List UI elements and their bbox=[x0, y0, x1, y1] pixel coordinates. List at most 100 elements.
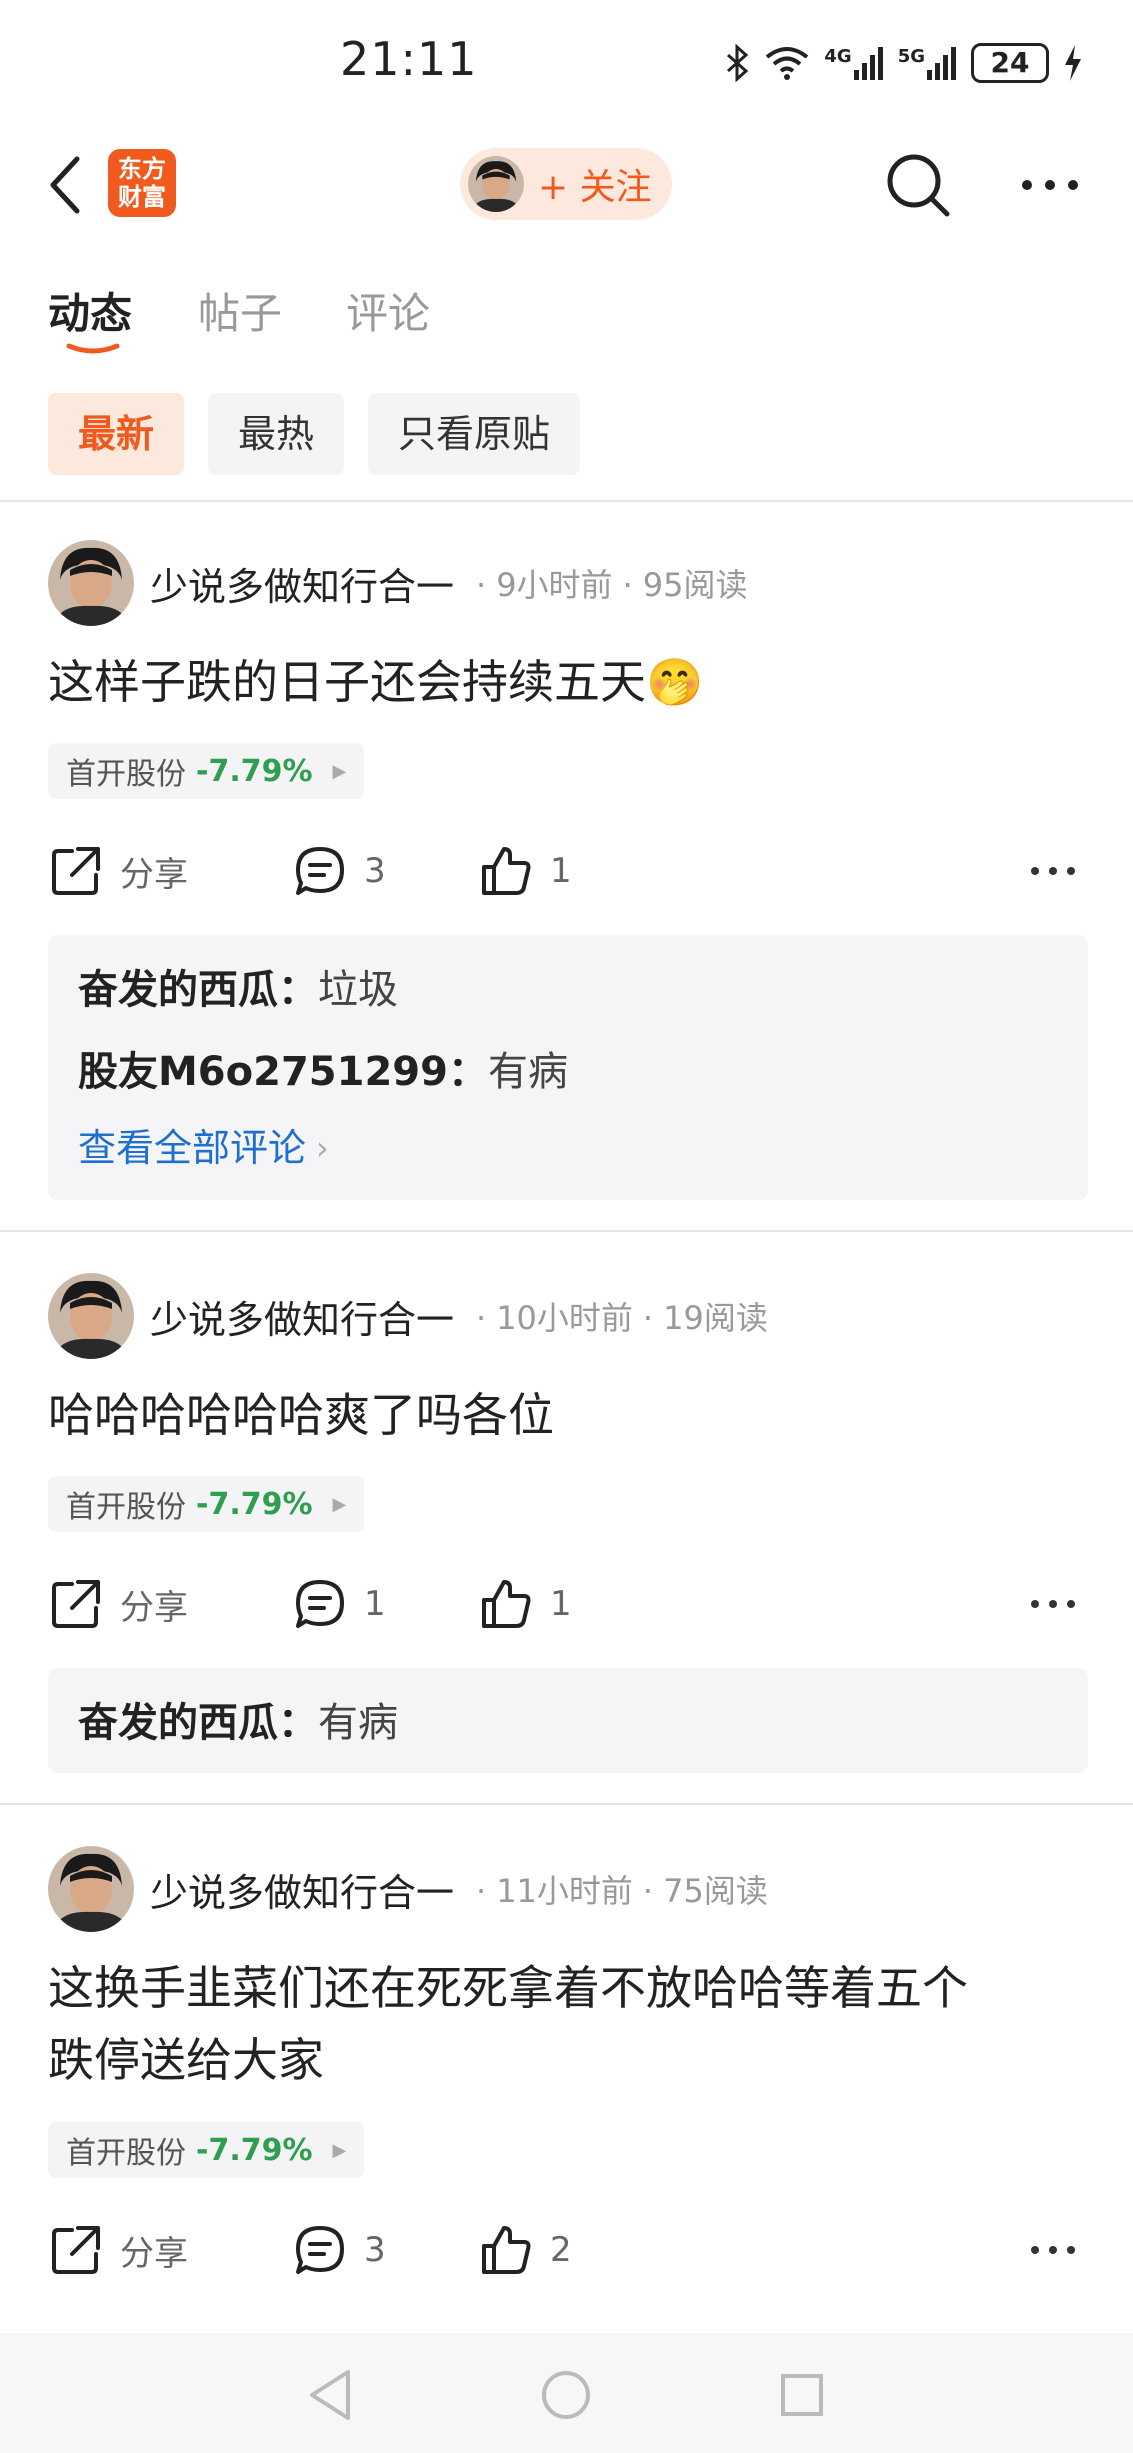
comment-button[interactable]: 3 bbox=[292, 2215, 386, 2285]
back-icon bbox=[50, 156, 80, 214]
more-options-button[interactable] bbox=[1010, 160, 1090, 210]
stock-tag[interactable]: 首开股份 -7.79% ▶ bbox=[48, 1476, 365, 1532]
stock-change: -7.79% bbox=[196, 2132, 313, 2168]
author-name[interactable]: 少说多做知行合一 bbox=[150, 556, 454, 611]
divider bbox=[0, 500, 1133, 502]
share-button[interactable]: 分享 bbox=[48, 836, 188, 906]
post-card: 少说多做知行合一 · 11小时前 · 75阅读 这换手韭菜们还在死死拿着不放哈哈等着五… bbox=[0, 1846, 1133, 2336]
top-nav: 东方 财富 + 关注 bbox=[0, 130, 1133, 240]
avatar[interactable] bbox=[48, 1273, 134, 1359]
post-body[interactable]: 这样子跌的日子还会持续五天🤭 bbox=[48, 646, 1088, 718]
comment-user[interactable]: 股友M6o2751299 bbox=[78, 1049, 448, 1095]
like-button[interactable]: 1 bbox=[478, 836, 572, 906]
filter-original-only[interactable]: 只看原贴 bbox=[368, 393, 581, 475]
post-meta: · 11小时前 · 75阅读 bbox=[476, 1872, 768, 1910]
profile-tabs: 动态 帖子 评论 bbox=[0, 270, 1133, 360]
post-body[interactable]: 哈哈哈哈哈哈爽了吗各位 bbox=[48, 1379, 1088, 1451]
post-header: 少说多做知行合一 · 9小时前 · 95阅读 bbox=[48, 540, 747, 626]
like-button[interactable]: 2 bbox=[478, 2215, 572, 2285]
divider bbox=[0, 1803, 1133, 1805]
stock-change: -7.79% bbox=[196, 753, 313, 789]
post-body[interactable]: 这换手韭菜们还在死死拿着不放哈哈等着五个 跌停送给大家 bbox=[48, 1952, 1088, 2096]
more-dots-icon bbox=[1031, 1600, 1075, 1608]
stock-tag[interactable]: 首开股份 -7.79% ▶ bbox=[48, 2122, 365, 2178]
author-name[interactable]: 少说多做知行合一 bbox=[150, 1289, 454, 1344]
comment-count: 1 bbox=[364, 1584, 386, 1624]
avatar[interactable] bbox=[48, 1846, 134, 1932]
signal-5g-icon: 5G bbox=[898, 46, 957, 80]
comment-text: 垃圾 bbox=[318, 967, 398, 1013]
comment-button[interactable]: 1 bbox=[292, 1569, 386, 1639]
filter-latest[interactable]: 最新 bbox=[48, 393, 185, 475]
caret-right-icon: ▶ bbox=[332, 2139, 347, 2161]
author-name[interactable]: 少说多做知行合一 bbox=[150, 1862, 454, 1917]
stock-name: 首开股份 bbox=[66, 1490, 186, 1525]
like-count: 1 bbox=[550, 1584, 572, 1624]
tab-comments[interactable]: 评论 bbox=[346, 280, 430, 341]
like-count: 1 bbox=[550, 851, 572, 891]
status-icons: 4G 5G 24 bbox=[724, 38, 1083, 88]
stock-name: 首开股份 bbox=[66, 2136, 186, 2171]
caret-right-icon: ▶ bbox=[332, 760, 347, 782]
like-button[interactable]: 1 bbox=[478, 1569, 572, 1639]
comment-user[interactable]: 奋发的西瓜 bbox=[78, 967, 278, 1013]
status-bar: 21:11 4G 5G 24 bbox=[0, 0, 1133, 130]
share-button[interactable]: 分享 bbox=[48, 2215, 188, 2285]
comment-item: 奋发的西瓜：垃圾 bbox=[78, 967, 398, 1013]
comment-button[interactable]: 3 bbox=[292, 836, 386, 906]
system-back-button[interactable] bbox=[298, 2363, 362, 2427]
avatar[interactable] bbox=[48, 540, 134, 626]
post-actions: 分享 1 1 bbox=[48, 1569, 1088, 1639]
more-dots-icon bbox=[1022, 180, 1078, 190]
caret-right-icon: ▶ bbox=[332, 1493, 347, 1515]
comment-user[interactable]: 奋发的西瓜 bbox=[78, 1700, 278, 1746]
filter-hot[interactable]: 最热 bbox=[208, 393, 345, 475]
post-more-button[interactable] bbox=[1018, 1569, 1088, 1639]
system-nav-bar bbox=[0, 2333, 1133, 2453]
more-dots-icon bbox=[1031, 2246, 1075, 2254]
stock-tag[interactable]: 首开股份 -7.79% ▶ bbox=[48, 743, 365, 799]
avatar bbox=[468, 156, 524, 212]
post-meta: · 9小时前 · 95阅读 bbox=[476, 566, 748, 604]
thumbs-up-icon bbox=[482, 2226, 531, 2274]
read-count: 75阅读 bbox=[663, 1872, 768, 1910]
read-count: 95阅读 bbox=[642, 566, 748, 604]
post-more-button[interactable] bbox=[1018, 2215, 1088, 2285]
read-count: 19阅读 bbox=[663, 1299, 768, 1337]
thumbs-up-icon bbox=[482, 847, 531, 895]
post-card: 少说多做知行合一 · 9小时前 · 95阅读 这样子跌的日子还会持续五天🤭 首开股份 … bbox=[0, 540, 1133, 1200]
comment-text: 有病 bbox=[487, 1049, 568, 1095]
comment-preview[interactable]: 奋发的西瓜：垃圾 股友M6o2751299：有病 查看全部评论 › bbox=[48, 935, 1088, 1200]
like-count: 2 bbox=[550, 2230, 572, 2270]
tab-posts[interactable]: 帖子 bbox=[198, 280, 282, 341]
share-icon bbox=[52, 2226, 100, 2274]
post-time: 11小时前 bbox=[496, 1872, 633, 1910]
post-more-button[interactable] bbox=[1018, 836, 1088, 906]
share-button[interactable]: 分享 bbox=[48, 1569, 188, 1639]
comment-icon bbox=[296, 847, 344, 895]
back-button[interactable] bbox=[40, 150, 90, 220]
post-time: 10小时前 bbox=[496, 1299, 633, 1337]
more-dots-icon bbox=[1031, 867, 1075, 875]
stock-name: 首开股份 bbox=[66, 757, 186, 792]
comment-preview[interactable]: 奋发的西瓜：有病 bbox=[48, 1668, 1088, 1773]
comment-icon bbox=[296, 1580, 344, 1628]
post-header: 少说多做知行合一 · 10小时前 · 19阅读 bbox=[48, 1273, 768, 1359]
charging-icon bbox=[1063, 43, 1083, 83]
follow-button[interactable]: + 关注 bbox=[460, 148, 672, 220]
system-home-button[interactable] bbox=[534, 2363, 598, 2427]
comment-item: 股友M6o2751299：有病 bbox=[78, 1049, 568, 1095]
tab-dynamics[interactable]: 动态 bbox=[48, 280, 132, 341]
thumbs-up-icon bbox=[482, 1580, 531, 1628]
square-recents-icon bbox=[781, 2374, 823, 2416]
comment-icon bbox=[296, 2226, 344, 2274]
post-meta: · 10小时前 · 19阅读 bbox=[476, 1299, 768, 1337]
filter-bar: 最新 最热 只看原贴 bbox=[48, 393, 581, 475]
search-button[interactable] bbox=[878, 150, 958, 220]
share-icon bbox=[52, 1580, 100, 1628]
system-recents-button[interactable] bbox=[770, 2363, 834, 2427]
view-all-comments-link[interactable]: 查看全部评论 › bbox=[78, 1113, 329, 1183]
comment-text: 有病 bbox=[318, 1700, 398, 1746]
active-tab-indicator bbox=[66, 343, 120, 354]
post-actions: 分享 3 1 bbox=[48, 836, 1088, 906]
